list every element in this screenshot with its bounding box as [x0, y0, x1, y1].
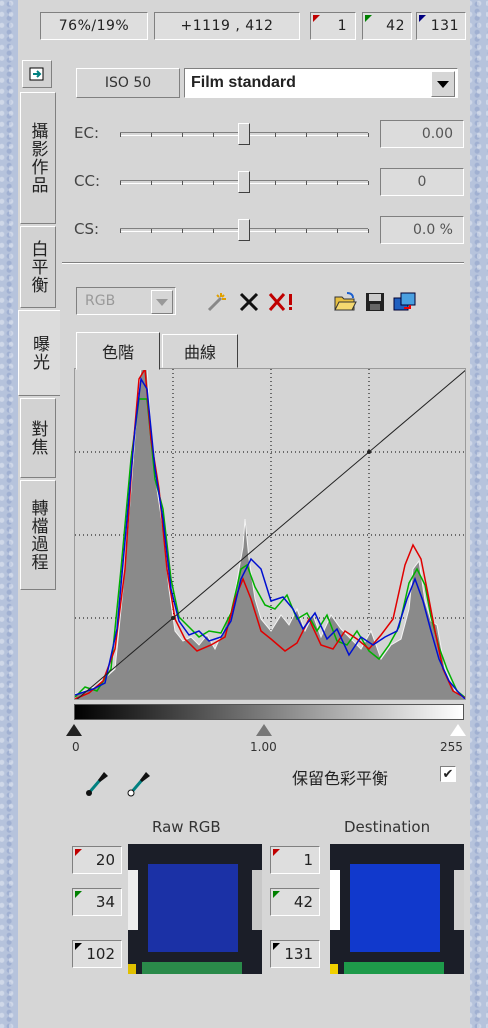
open-folder-icon[interactable] [332, 289, 358, 315]
channel-value: RGB [85, 293, 116, 309]
black-point-slider[interactable] [66, 724, 82, 736]
preserve-balance-checkbox[interactable]: ✔ [440, 766, 456, 782]
iso-button[interactable]: ISO 50 [76, 68, 180, 98]
coordinate-readout: +1119 , 412 [154, 12, 300, 40]
eyedropper-icon[interactable] [126, 766, 152, 802]
tab-label: 色階 [101, 343, 134, 362]
eyedropper-icon[interactable] [84, 766, 110, 802]
cc-label: CC: [74, 172, 101, 190]
check-icon: ✔ [442, 766, 454, 782]
tab-label: 曝光 [29, 335, 49, 371]
preserve-balance-label: 保留色彩平衡 [292, 769, 389, 788]
histogram-plot[interactable] [74, 368, 466, 700]
destination-color-swatch [330, 844, 464, 974]
scale-mid-label: 1.00 [250, 740, 277, 754]
raw-rgb-title: Raw RGB [152, 818, 221, 836]
curve-point[interactable] [367, 450, 371, 454]
raw-red-value: 20 [72, 846, 122, 874]
tab-label: 曲線 [183, 343, 216, 362]
destination-title: Destination [344, 818, 431, 836]
readout-blue-value: 131 [416, 12, 466, 40]
dest-blue-value: 131 [270, 940, 320, 968]
chevron-down-icon[interactable] [431, 71, 455, 97]
reset-all-icon[interactable] [266, 289, 298, 315]
tone-gradient-bar [74, 704, 464, 720]
tab-label: 轉檔過程 [27, 499, 48, 571]
gamma-slider[interactable] [256, 724, 272, 736]
copy-settings-icon[interactable] [392, 289, 418, 315]
tab-white-balance[interactable]: 白平衡 [20, 226, 56, 308]
auto-wand-icon[interactable] [204, 289, 230, 315]
scale-max-label: 255 [440, 740, 463, 754]
tab-conversion-process[interactable]: 轉檔過程 [20, 480, 56, 590]
film-mode-value: Film standard [191, 74, 296, 91]
tab-focus[interactable]: 對焦 [20, 398, 56, 478]
tab-label: 攝影作品 [27, 122, 48, 194]
tab-label: 對焦 [27, 420, 48, 456]
save-icon[interactable] [362, 289, 388, 315]
cc-slider-thumb[interactable] [238, 171, 250, 193]
raw-center-patch [148, 864, 238, 952]
chevron-down-icon [151, 290, 173, 314]
divider [62, 262, 464, 264]
tab-label: 白平衡 [27, 240, 48, 294]
tab-levels[interactable]: 色階 [76, 332, 160, 370]
ec-value-field[interactable]: 0.00 [380, 120, 464, 148]
tab-exposure[interactable]: 曝光 [18, 310, 60, 396]
channel-select[interactable]: RGB [76, 287, 176, 315]
cs-value-field[interactable]: 0.0 % [380, 216, 464, 244]
ec-label: EC: [74, 124, 100, 142]
dest-red-value: 1 [270, 846, 320, 874]
raw-blue-value: 102 [72, 940, 122, 968]
readout-green-value: 42 [362, 12, 412, 40]
readout-red-value: 1 [310, 12, 356, 40]
dest-center-patch [350, 864, 440, 952]
tab-curves[interactable]: 曲線 [162, 334, 238, 368]
scale-min-label: 0 [72, 740, 80, 754]
dest-green-value: 42 [270, 888, 320, 916]
curve-point[interactable] [171, 616, 175, 620]
raw-green-value: 34 [72, 888, 122, 916]
histogram-svg[interactable] [75, 369, 466, 700]
export-icon[interactable] [22, 60, 52, 88]
film-mode-select[interactable]: Film standard [184, 68, 458, 98]
reset-x-icon[interactable] [236, 289, 262, 315]
white-point-slider[interactable] [450, 724, 466, 736]
cs-label: CS: [74, 220, 100, 238]
cc-value-field[interactable]: 0 [380, 168, 464, 196]
tab-photography[interactable]: 攝影作品 [20, 92, 56, 224]
zoom-readout: 76%/19% [40, 12, 148, 40]
cs-slider-thumb[interactable] [238, 219, 250, 241]
ec-slider-thumb[interactable] [238, 123, 250, 145]
raw-color-swatch [128, 844, 262, 974]
export-icon [29, 67, 44, 81]
